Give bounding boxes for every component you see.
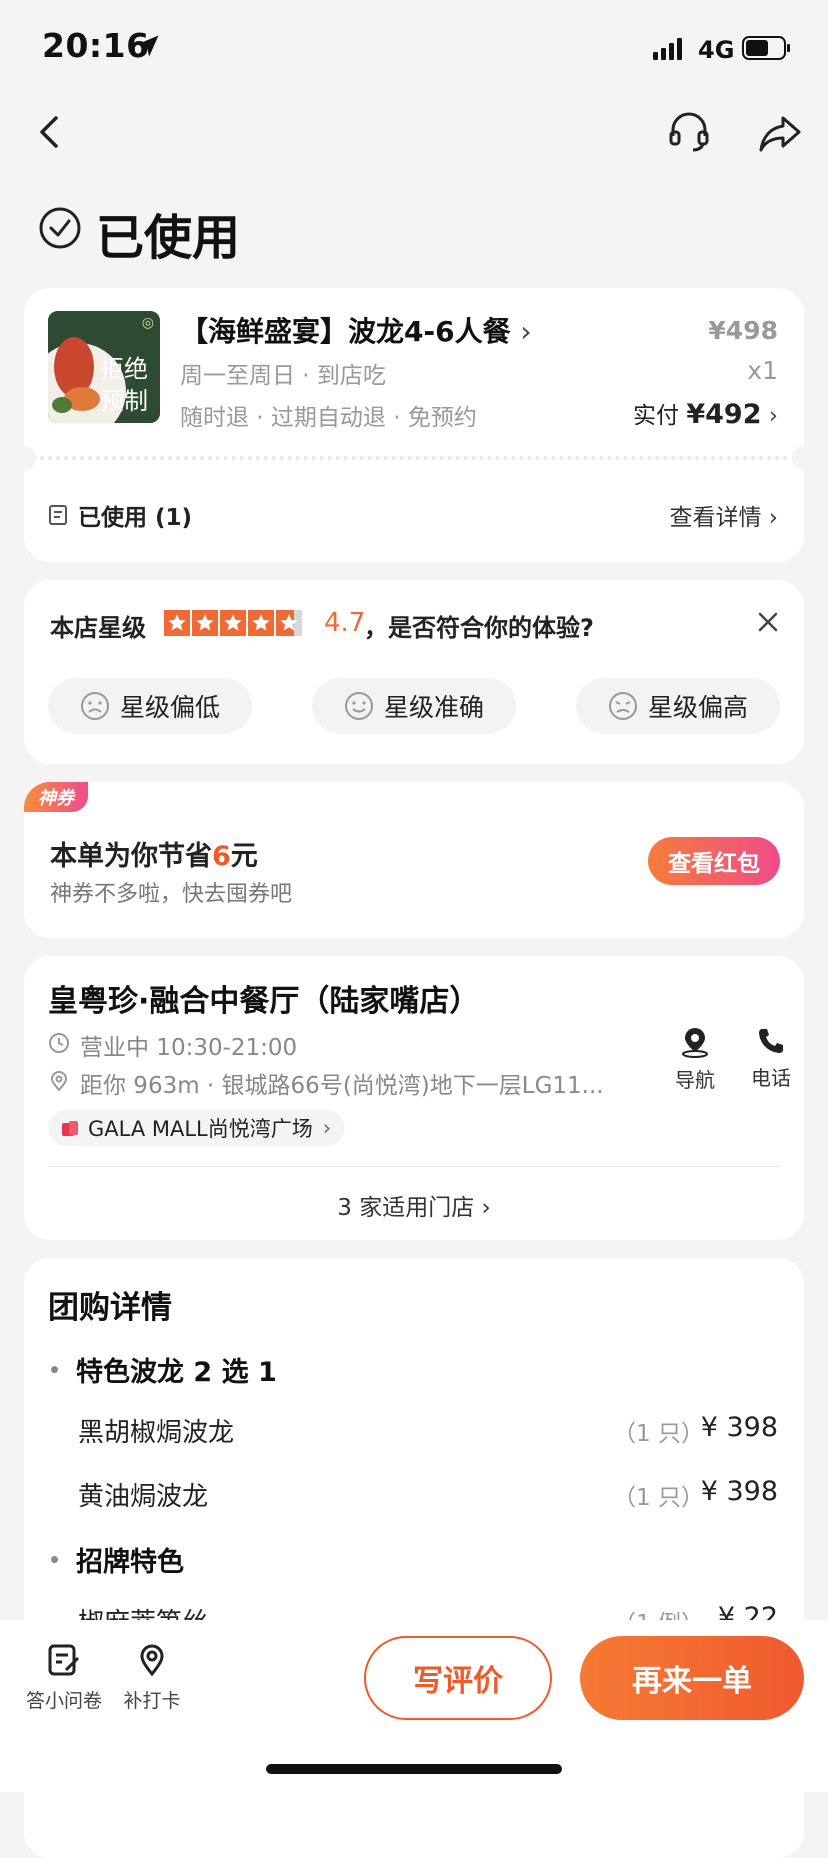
- item-name: 黄油焗波龙: [78, 1482, 209, 1512]
- view-details-link[interactable]: 查看详情 ›: [669, 498, 778, 532]
- unhappy-face-icon: [608, 692, 637, 720]
- deal-schedule: 周一至周日 · 到店吃: [180, 363, 386, 389]
- used-count: 已使用 (1): [78, 505, 193, 531]
- order-card: ◎ 拒绝预制 【海鲜盛宴】波龙4-6人餐 › 周一至周日 · 到店吃 随时退 ·…: [12, 288, 816, 562]
- location-pin-icon: [50, 1071, 68, 1092]
- rating-score: 4.7: [324, 608, 366, 638]
- thumbnail-text: 拒绝预制: [100, 355, 148, 415]
- applicable-stores-link[interactable]: 3 家适用门店 ›: [24, 1188, 804, 1222]
- rating-prefix: 本店星级: [50, 614, 146, 642]
- star-icon: [192, 610, 218, 636]
- item-qty: （1 只）: [613, 1485, 704, 1511]
- checkin-button[interactable]: 补打卡: [112, 1642, 192, 1713]
- check-circle-icon: [39, 207, 81, 249]
- chevron-right-icon: ›: [768, 505, 778, 531]
- view-red-packet-button[interactable]: 查看红包: [648, 837, 780, 885]
- shop-card: 皇粤珍·融合中餐厅（陆家嘴店） 营业中 10:30-21:00 距你 963m …: [24, 956, 804, 1240]
- rating-low-button[interactable]: 星级偏低: [48, 678, 252, 734]
- section-title: 招牌特色: [76, 1547, 184, 1578]
- ticket-notch: [792, 446, 816, 470]
- home-indicator: [266, 1764, 562, 1774]
- group-details-title: 团购详情: [48, 1290, 172, 1326]
- clock-icon: [49, 1033, 69, 1053]
- share-icon[interactable]: [755, 108, 805, 156]
- chevron-right-icon: ›: [322, 1116, 332, 1140]
- customer-service-icon[interactable]: [665, 108, 713, 156]
- smile-face-icon: [344, 692, 373, 720]
- savings-subtitle: 神券不多啦，快去囤券吧: [50, 882, 293, 907]
- battery-icon: [742, 36, 790, 60]
- shop-address[interactable]: 距你 963m · 银城路66号(尚悦湾)地下一层LG11...: [80, 1066, 650, 1100]
- sad-face-icon: [80, 692, 109, 720]
- reorder-button[interactable]: 再来一单: [580, 1636, 804, 1720]
- deal-thumbnail[interactable]: ◎ 拒绝预制: [48, 311, 160, 423]
- rating-high-button[interactable]: 星级偏高: [576, 678, 780, 734]
- star-rating: [164, 610, 304, 636]
- phone-icon: [759, 1029, 783, 1053]
- coupon-card: 神券 本单为你节省6元 神券不多啦，快去囤券吧 查看红包: [24, 782, 804, 938]
- brand-logo-icon: ◎: [141, 315, 154, 331]
- item-qty: （1 只）: [613, 1421, 704, 1447]
- call-button[interactable]: 电话: [736, 1026, 806, 1091]
- savings-title: 本单为你节省6元: [50, 841, 258, 872]
- quantity: x1: [747, 356, 778, 385]
- write-review-button[interactable]: 写评价: [364, 1636, 552, 1720]
- chevron-right-icon: ›: [520, 315, 532, 348]
- location-arrow-icon: [137, 35, 159, 57]
- survey-icon: [48, 1644, 80, 1676]
- section-title: 特色波龙 2 选 1: [76, 1357, 277, 1388]
- bullet: [51, 1556, 58, 1563]
- bullet: [51, 1366, 58, 1373]
- deal-policy: 随时退 · 过期自动退 · 免预约: [180, 405, 477, 431]
- original-price: ¥498: [708, 316, 778, 345]
- business-hours: 营业中 10:30-21:00: [80, 1035, 298, 1061]
- item-name: 黑胡椒焗波龙: [78, 1418, 235, 1448]
- rating-accurate-button[interactable]: 星级准确: [312, 678, 516, 734]
- survey-button[interactable]: 答小问卷: [24, 1642, 104, 1713]
- rating-card: 本店星级 4.7 ，是否符合你的体验? 星级偏低 星级准确 星级偏高: [24, 580, 804, 764]
- signal-icon: [653, 38, 682, 60]
- item-price: ¥ 398: [700, 1412, 778, 1443]
- paid-amount[interactable]: 实付 ¥492 ›: [633, 396, 778, 430]
- divider: [48, 1166, 780, 1167]
- status-bar: 20:16 4G: [0, 0, 828, 100]
- star-icon: [248, 610, 274, 636]
- navigation-pin-icon: [682, 1028, 708, 1058]
- voucher-icon: [49, 505, 67, 525]
- coupon-badge: 神券: [24, 782, 88, 812]
- map-pin-icon: [140, 1644, 164, 1677]
- item-price: ¥ 398: [700, 1476, 778, 1507]
- star-icon: [220, 610, 246, 636]
- back-icon[interactable]: [30, 108, 70, 156]
- close-icon[interactable]: [756, 610, 780, 634]
- shopping-bag-icon: [62, 1121, 78, 1136]
- mall-chip[interactable]: GALA MALL尚悦湾广场 ›: [48, 1110, 346, 1146]
- ticket-notch: [12, 446, 36, 470]
- navigate-button[interactable]: 导航: [660, 1026, 730, 1093]
- shop-name[interactable]: 皇粤珍·融合中餐厅（陆家嘴店）: [48, 976, 479, 1020]
- network-type: 4G: [698, 36, 735, 64]
- rating-question: ，是否符合你的体验?: [364, 614, 594, 642]
- star-icon: [164, 610, 190, 636]
- chevron-right-icon: ›: [481, 1195, 491, 1221]
- chevron-right-icon: ›: [768, 403, 778, 429]
- deal-title[interactable]: 【海鲜盛宴】波龙4-6人餐 ›: [180, 310, 532, 350]
- star-icon: [276, 610, 302, 636]
- dotted-divider: [40, 456, 788, 460]
- page-title: 已使用: [96, 210, 241, 266]
